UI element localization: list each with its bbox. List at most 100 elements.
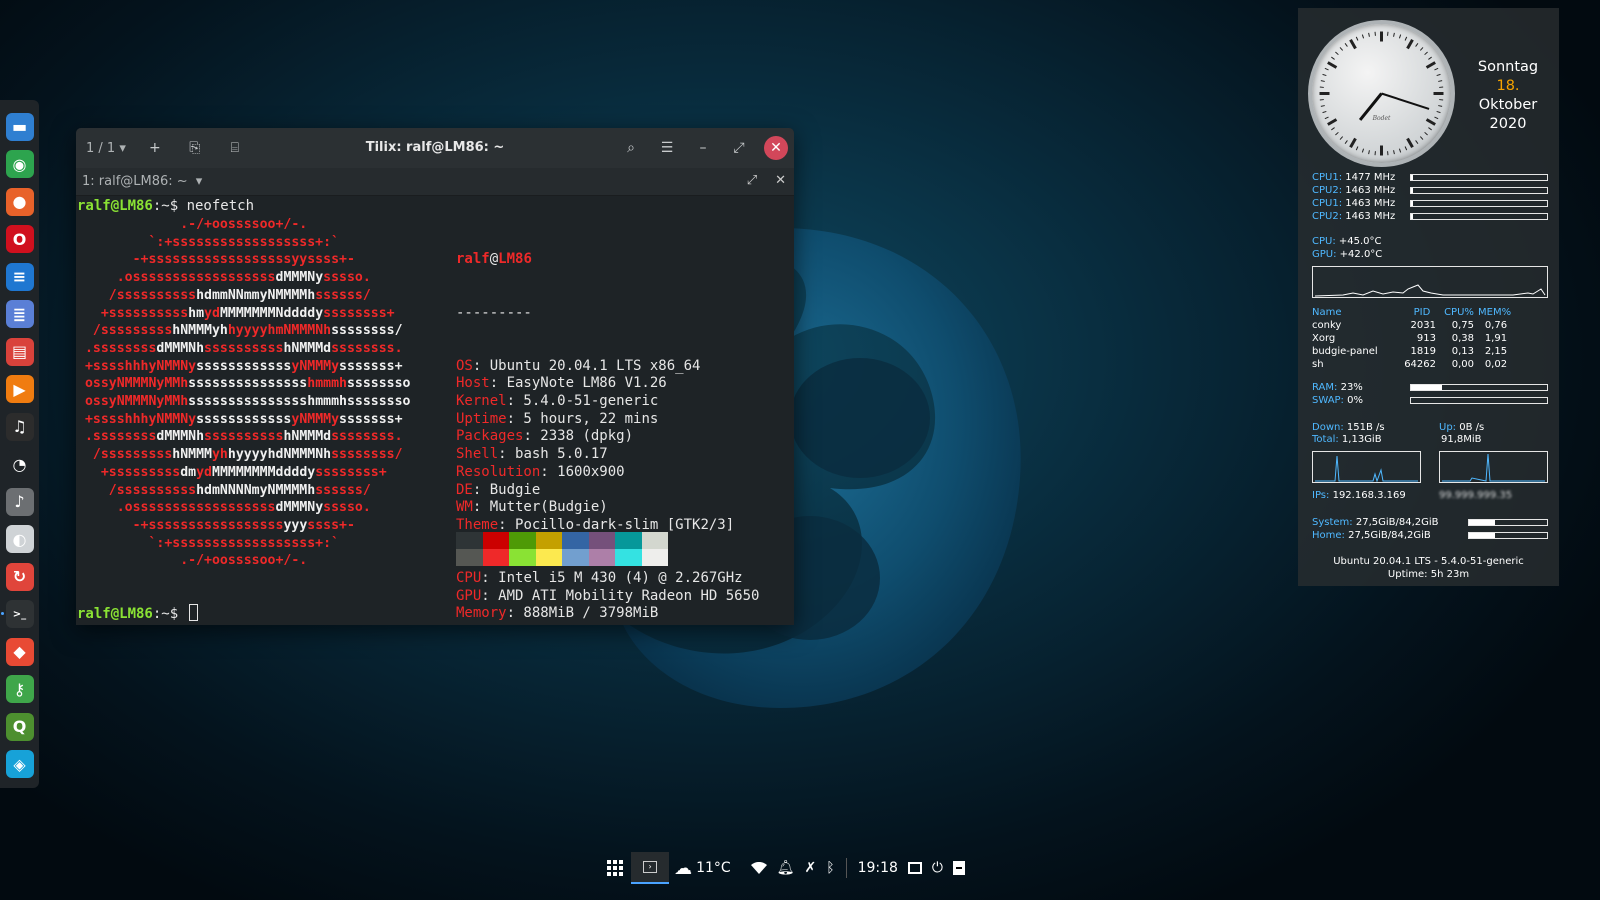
split-down-icon[interactable]: ⌸	[224, 140, 246, 156]
cpu-frequency: CPU2: 1463 MHz	[1312, 211, 1396, 222]
split-right-icon[interactable]: ⎘	[184, 140, 206, 156]
dock-item[interactable]: ●	[0, 183, 39, 221]
palette-swatch	[482, 532, 509, 549]
info-line: Resolution: 1600x900	[456, 463, 625, 480]
ascii-line: .ssssssssdMMMNhsssssssssshNMMMdssssssss.	[77, 429, 403, 445]
cpu-bar	[1410, 174, 1548, 181]
dock-item[interactable]: ≡	[0, 258, 39, 296]
system-disk-bar	[1468, 519, 1548, 526]
palette-swatch	[509, 549, 536, 566]
dock-item[interactable]: ◆	[0, 633, 39, 671]
panel-separator	[845, 858, 847, 878]
text-cursor	[188, 604, 198, 621]
power-icon[interactable]: ⏻	[927, 852, 948, 884]
palette-swatch	[641, 532, 668, 549]
dock-item[interactable]: Q	[0, 708, 39, 746]
svg-text:Bodet: Bodet	[1372, 115, 1391, 122]
running-indicator	[1, 611, 4, 615]
ascii-line: +sssshhhyNMMNyssssssssssssyNMMMysssssss+	[77, 411, 403, 427]
text-editor-icon: ≣	[5, 300, 34, 329]
media-player-icon: ▶	[5, 375, 34, 404]
qgis-icon: Q	[5, 712, 34, 741]
process-row: Xorg 913 0,38 1,91	[1312, 333, 1508, 344]
process-row: conky 2031 0,75 0,76	[1312, 320, 1508, 331]
menu-icon[interactable]: ☰	[656, 140, 678, 156]
cpu-bar	[1410, 213, 1548, 220]
minimize-button[interactable]: –	[692, 140, 714, 156]
bluetooth-icon[interactable]: ᛒ	[821, 852, 839, 884]
weather-applet[interactable]: ☁ 11°C	[669, 852, 736, 884]
ascii-line: +sssshhhyNMMNyssssssssssssyNMMMysssssss+	[77, 358, 403, 374]
dock-item[interactable]: ▤	[0, 333, 39, 371]
bottom-panel: › ☁ 11°C 🔔︎ ✗ ᛒ 19:18 ⏻	[598, 852, 970, 884]
dock-item[interactable]: ♪	[0, 483, 39, 521]
session-title: 1: ralf@LM86: ~	[82, 174, 188, 189]
files-icon: ▬	[5, 112, 34, 141]
palette-swatch	[535, 532, 562, 549]
sidebar-toggle-icon[interactable]	[948, 852, 970, 884]
terminal-session-tab[interactable]: 1: ralf@LM86: ~ ▾ ⤢ ✕	[76, 168, 794, 196]
cpu-temp: CPU: +45.0°C	[1312, 236, 1382, 247]
chevron-down-icon[interactable]: ▾	[196, 174, 203, 189]
dock-item[interactable]: ▶	[0, 371, 39, 409]
download-graph	[1312, 451, 1421, 483]
palette-swatch	[535, 549, 562, 566]
show-desktop-icon[interactable]	[903, 852, 927, 884]
firefox-icon: ●	[5, 187, 34, 216]
active-prompt-line[interactable]: ralf@LM86:~$	[77, 604, 198, 624]
dock-item[interactable]: >_	[0, 596, 39, 634]
notification-bell-icon[interactable]: 🔔︎	[772, 852, 800, 884]
search-icon[interactable]: ⌕	[620, 140, 642, 156]
gpu-temp: GPU: +42.0°C	[1312, 249, 1383, 260]
cpu-frequency: CPU1: 1477 MHz	[1312, 172, 1396, 183]
ebook-reader-icon: ▤	[5, 337, 34, 366]
dock-item[interactable]: ↻	[0, 558, 39, 596]
palette-swatch	[615, 549, 642, 566]
swap-usage: SWAP: 0%	[1312, 395, 1363, 406]
dock-item[interactable]: ◐	[0, 521, 39, 559]
terminal-titlebar[interactable]: 1 / 1 ▾ + ⎘ ⌸ Tilix: ralf@LM86: ~ ⌕ ☰ – …	[76, 128, 794, 168]
dock-item[interactable]: ◔	[0, 446, 39, 484]
dock-item[interactable]: ⚷	[0, 671, 39, 709]
application-dock: ▬ ◉ ● O ≡ ≣ ▤ ▶ ♫ ◔ ♪ ◐ ↻ >_ ◆ ⚷ Q ◈	[0, 100, 39, 788]
dock-item[interactable]: ♫	[0, 408, 39, 446]
ascii-line: ossyNMMMNyMMhssssssssssssssshmmmhsssssss…	[77, 394, 411, 410]
volume-muted-icon[interactable]: ✗	[799, 852, 821, 884]
wifi-icon[interactable]	[746, 852, 772, 884]
session-counter[interactable]: 1 / 1 ▾	[86, 141, 126, 156]
dock-item[interactable]: ▬	[0, 108, 39, 146]
upload-graph	[1439, 451, 1548, 483]
ascii-line: .ssssssssdMMMNhsssssssssshNMMMdssssssss.	[77, 340, 403, 356]
ascii-line: `:+ssssssssssssssssss+:`	[77, 234, 340, 250]
clock-time[interactable]: 19:18	[853, 852, 903, 884]
close-terminal-icon[interactable]: ✕	[775, 173, 786, 188]
maximize-button[interactable]: ⤢	[728, 140, 750, 156]
terminal-output[interactable]: ralf@LM86:~$ neofetch .-/+oossssoo+/-. `…	[76, 196, 794, 622]
dock-item[interactable]: ◈	[0, 746, 39, 784]
process-row: budgie-panel 1819 0,13 2,15	[1312, 346, 1508, 357]
dock-item[interactable]: O	[0, 221, 39, 259]
dock-item[interactable]: ≣	[0, 296, 39, 334]
passwords-icon: ⚷	[5, 675, 34, 704]
palette-swatch	[482, 549, 509, 566]
opera-icon: O	[5, 225, 34, 254]
close-button[interactable]: ✕	[764, 136, 788, 160]
app-menu-grid-icon[interactable]	[598, 852, 631, 884]
maximize-terminal-icon[interactable]: ⤢	[747, 173, 757, 188]
git-icon: ◆	[5, 637, 34, 666]
ascii-line: /sssssssssshdmmNNmmyNMMMMhssssss/	[77, 287, 371, 303]
info-line: CPU: Intel i5 M 430 (4) @ 2.267GHz	[456, 570, 743, 587]
add-session-button[interactable]: +	[144, 140, 166, 156]
proc-header: MEM%	[1478, 307, 1512, 318]
upload-speed: Up: 0B /s	[1439, 422, 1485, 433]
dock-item[interactable]: ◉	[0, 146, 39, 184]
cpu-graph	[1312, 266, 1548, 298]
taskbar-terminal-icon[interactable]: ›	[631, 852, 670, 884]
process-row: sh 64262 0,00 0,02	[1312, 359, 1508, 370]
color-palette	[456, 532, 668, 566]
ascii-line: +sssssssssdmydMMMMMMMMddddyssssssss+	[77, 464, 387, 480]
settings-toggle-icon: ◐	[5, 525, 34, 554]
info-line: Packages: 2338 (dpkg)	[456, 428, 634, 445]
proc-header: CPU%	[1444, 307, 1474, 318]
info-line: GPU: AMD ATI Mobility Radeon HD 5650	[456, 587, 760, 604]
